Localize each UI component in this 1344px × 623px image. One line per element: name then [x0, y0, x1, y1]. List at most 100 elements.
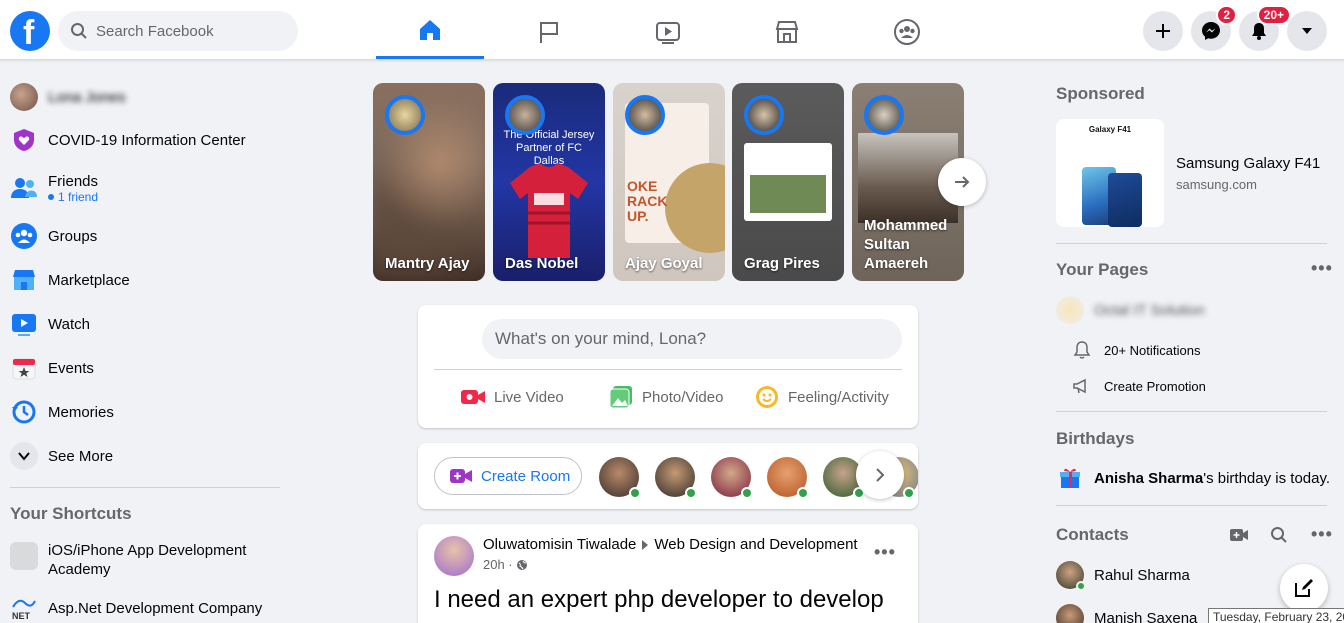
contact-item[interactable]: Rahul Sharma: [1056, 557, 1190, 593]
tab-pages[interactable]: [495, 4, 603, 59]
home-icon: [420, 20, 440, 40]
post-text: I need an expert php developer to develo…: [434, 586, 884, 613]
sidebar-item-groups[interactable]: Groups: [10, 216, 280, 256]
online-indicator: [741, 487, 753, 499]
bell-outline-icon: [1073, 341, 1091, 359]
right-divider: [1056, 243, 1327, 244]
sidebar-item-label: COVID-19 Information Center: [48, 131, 246, 149]
smiley-icon: [754, 384, 780, 410]
sidebar-item-events[interactable]: Events: [10, 348, 280, 388]
post-meta: 20h ·: [483, 557, 528, 572]
action-label: Live Video: [494, 388, 564, 406]
action-label: Photo/Video: [642, 388, 724, 406]
sidebar-item-memories[interactable]: Memories: [10, 392, 280, 432]
ad-domain[interactable]: samsung.com: [1176, 177, 1257, 192]
stories-next-button[interactable]: [938, 158, 986, 206]
story-screenshot: [744, 143, 832, 221]
birthdays-title: Birthdays: [1056, 429, 1135, 448]
sidebar-item-label: Watch: [48, 315, 90, 333]
messenger-button[interactable]: 2: [1191, 5, 1237, 51]
pages-more-options[interactable]: •••: [1311, 258, 1333, 279]
ad-title[interactable]: Samsung Galaxy F41: [1176, 155, 1320, 172]
sidebar-profile[interactable]: Lona Jones: [10, 77, 280, 117]
shortcut-aspnet[interactable]: NET Asp.Net Development Company: [10, 588, 280, 623]
post-group[interactable]: Web Design and Development: [654, 536, 857, 553]
room-contact-avatar[interactable]: [711, 457, 753, 499]
room-contact-avatar[interactable]: [599, 457, 641, 499]
composer-divider: [434, 369, 902, 370]
create-promotion[interactable]: Create Promotion: [1072, 374, 1206, 398]
post-more-options[interactable]: •••: [874, 542, 896, 563]
ad-image-caption: Galaxy F41: [1088, 125, 1132, 134]
sidebar-item-friends[interactable]: Friends 1 friend: [10, 166, 280, 210]
caret-right-icon: [642, 539, 649, 550]
online-indicator: [629, 487, 641, 499]
sidebar-item-see-more[interactable]: See More: [10, 436, 280, 476]
contact-name: Manish Saxena: [1094, 609, 1198, 623]
contact-item[interactable]: Manish Saxena: [1056, 600, 1197, 623]
shortcut-ios-academy[interactable]: iOS/iPhone App Development Academy: [10, 538, 280, 582]
story-card[interactable]: Mantry Ajay: [373, 83, 485, 281]
birthday-text: 's birthday is today.: [1203, 469, 1331, 487]
ad-image[interactable]: Galaxy F41: [1056, 119, 1164, 227]
date-tooltip: Tuesday, February 23, 2021: [1208, 608, 1344, 623]
birthday-notice[interactable]: Anisha Sharma's birthday is today.: [1058, 465, 1330, 491]
live-video-icon: [460, 384, 486, 410]
globe-icon: [516, 559, 527, 570]
chevron-right-icon: [876, 468, 885, 482]
post-time[interactable]: 20h ·: [483, 557, 513, 572]
svg-text:f: f: [23, 14, 35, 51]
contacts-more-options[interactable]: •••: [1311, 524, 1333, 545]
avatar: [1056, 604, 1084, 623]
facebook-logo-icon[interactable]: f: [10, 11, 50, 51]
sidebar-item-watch[interactable]: Watch: [10, 304, 280, 344]
shortcut-thumbnail: [10, 542, 38, 570]
sidebar-divider: [10, 487, 280, 488]
story-name: Das Nobel: [505, 255, 579, 272]
post-author[interactable]: Oluwatomisin Tiwalade: [483, 536, 636, 553]
messenger-badge: 2: [1216, 5, 1237, 25]
page-name: Octal IT Solution: [1094, 301, 1205, 319]
story-card[interactable]: Grag Pires: [732, 83, 844, 281]
rooms-next-button[interactable]: [856, 451, 904, 499]
story-card[interactable]: OKE RACK UP. Ajay Goyal: [613, 83, 725, 281]
dotnet-logo-icon: NET: [10, 594, 38, 622]
composer-input[interactable]: What's on your mind, Lona?: [482, 319, 902, 359]
notifications-button[interactable]: 20+: [1239, 5, 1291, 51]
svg-text:NET: NET: [12, 611, 31, 621]
create-room-button[interactable]: Create Room: [434, 457, 582, 495]
photo-video-button[interactable]: Photo/Video: [608, 377, 723, 417]
create-button[interactable]: [1143, 11, 1183, 51]
new-message-button[interactable]: [1280, 564, 1328, 612]
shield-heart-icon: [10, 126, 38, 154]
room-contact-avatar[interactable]: [655, 457, 697, 499]
story-avatar: [864, 95, 904, 135]
sidebar-item-label: See More: [48, 447, 114, 465]
search-icon[interactable]: [1270, 526, 1288, 544]
page-action-label: Create Promotion: [1104, 378, 1206, 394]
page-notifications[interactable]: 20+ Notifications: [1072, 338, 1200, 362]
flag-icon: [540, 21, 558, 43]
plus-icon: [1156, 24, 1170, 38]
tab-home[interactable]: [376, 4, 484, 59]
messenger-icon: [1202, 22, 1220, 40]
avatar[interactable]: [434, 536, 474, 576]
new-room-icon[interactable]: [1229, 526, 1249, 544]
search-input[interactable]: Search Facebook: [58, 11, 298, 51]
story-card[interactable]: The Official Jersey Partner of FC Dallas…: [493, 83, 605, 281]
sidebar-item-label: Memories: [48, 403, 114, 421]
account-menu-button[interactable]: [1287, 11, 1327, 51]
page-entry[interactable]: Octal IT Solution: [1056, 296, 1205, 324]
sidebar-item-covid[interactable]: COVID-19 Information Center: [10, 120, 280, 160]
story-avatar: [744, 95, 784, 135]
birthday-person: Anisha Sharma: [1094, 469, 1204, 487]
feed-post: Oluwatomisin Tiwalade Web Design and Dev…: [418, 524, 918, 623]
tab-groups[interactable]: [853, 4, 961, 59]
rooms-bar: Create Room: [418, 443, 918, 509]
feeling-activity-button[interactable]: Feeling/Activity: [754, 377, 889, 417]
live-video-button[interactable]: Live Video: [460, 377, 564, 417]
tab-marketplace[interactable]: [733, 4, 841, 59]
room-contact-avatar[interactable]: [767, 457, 809, 499]
sidebar-item-marketplace[interactable]: Marketplace: [10, 260, 280, 300]
tab-watch[interactable]: [614, 4, 722, 59]
